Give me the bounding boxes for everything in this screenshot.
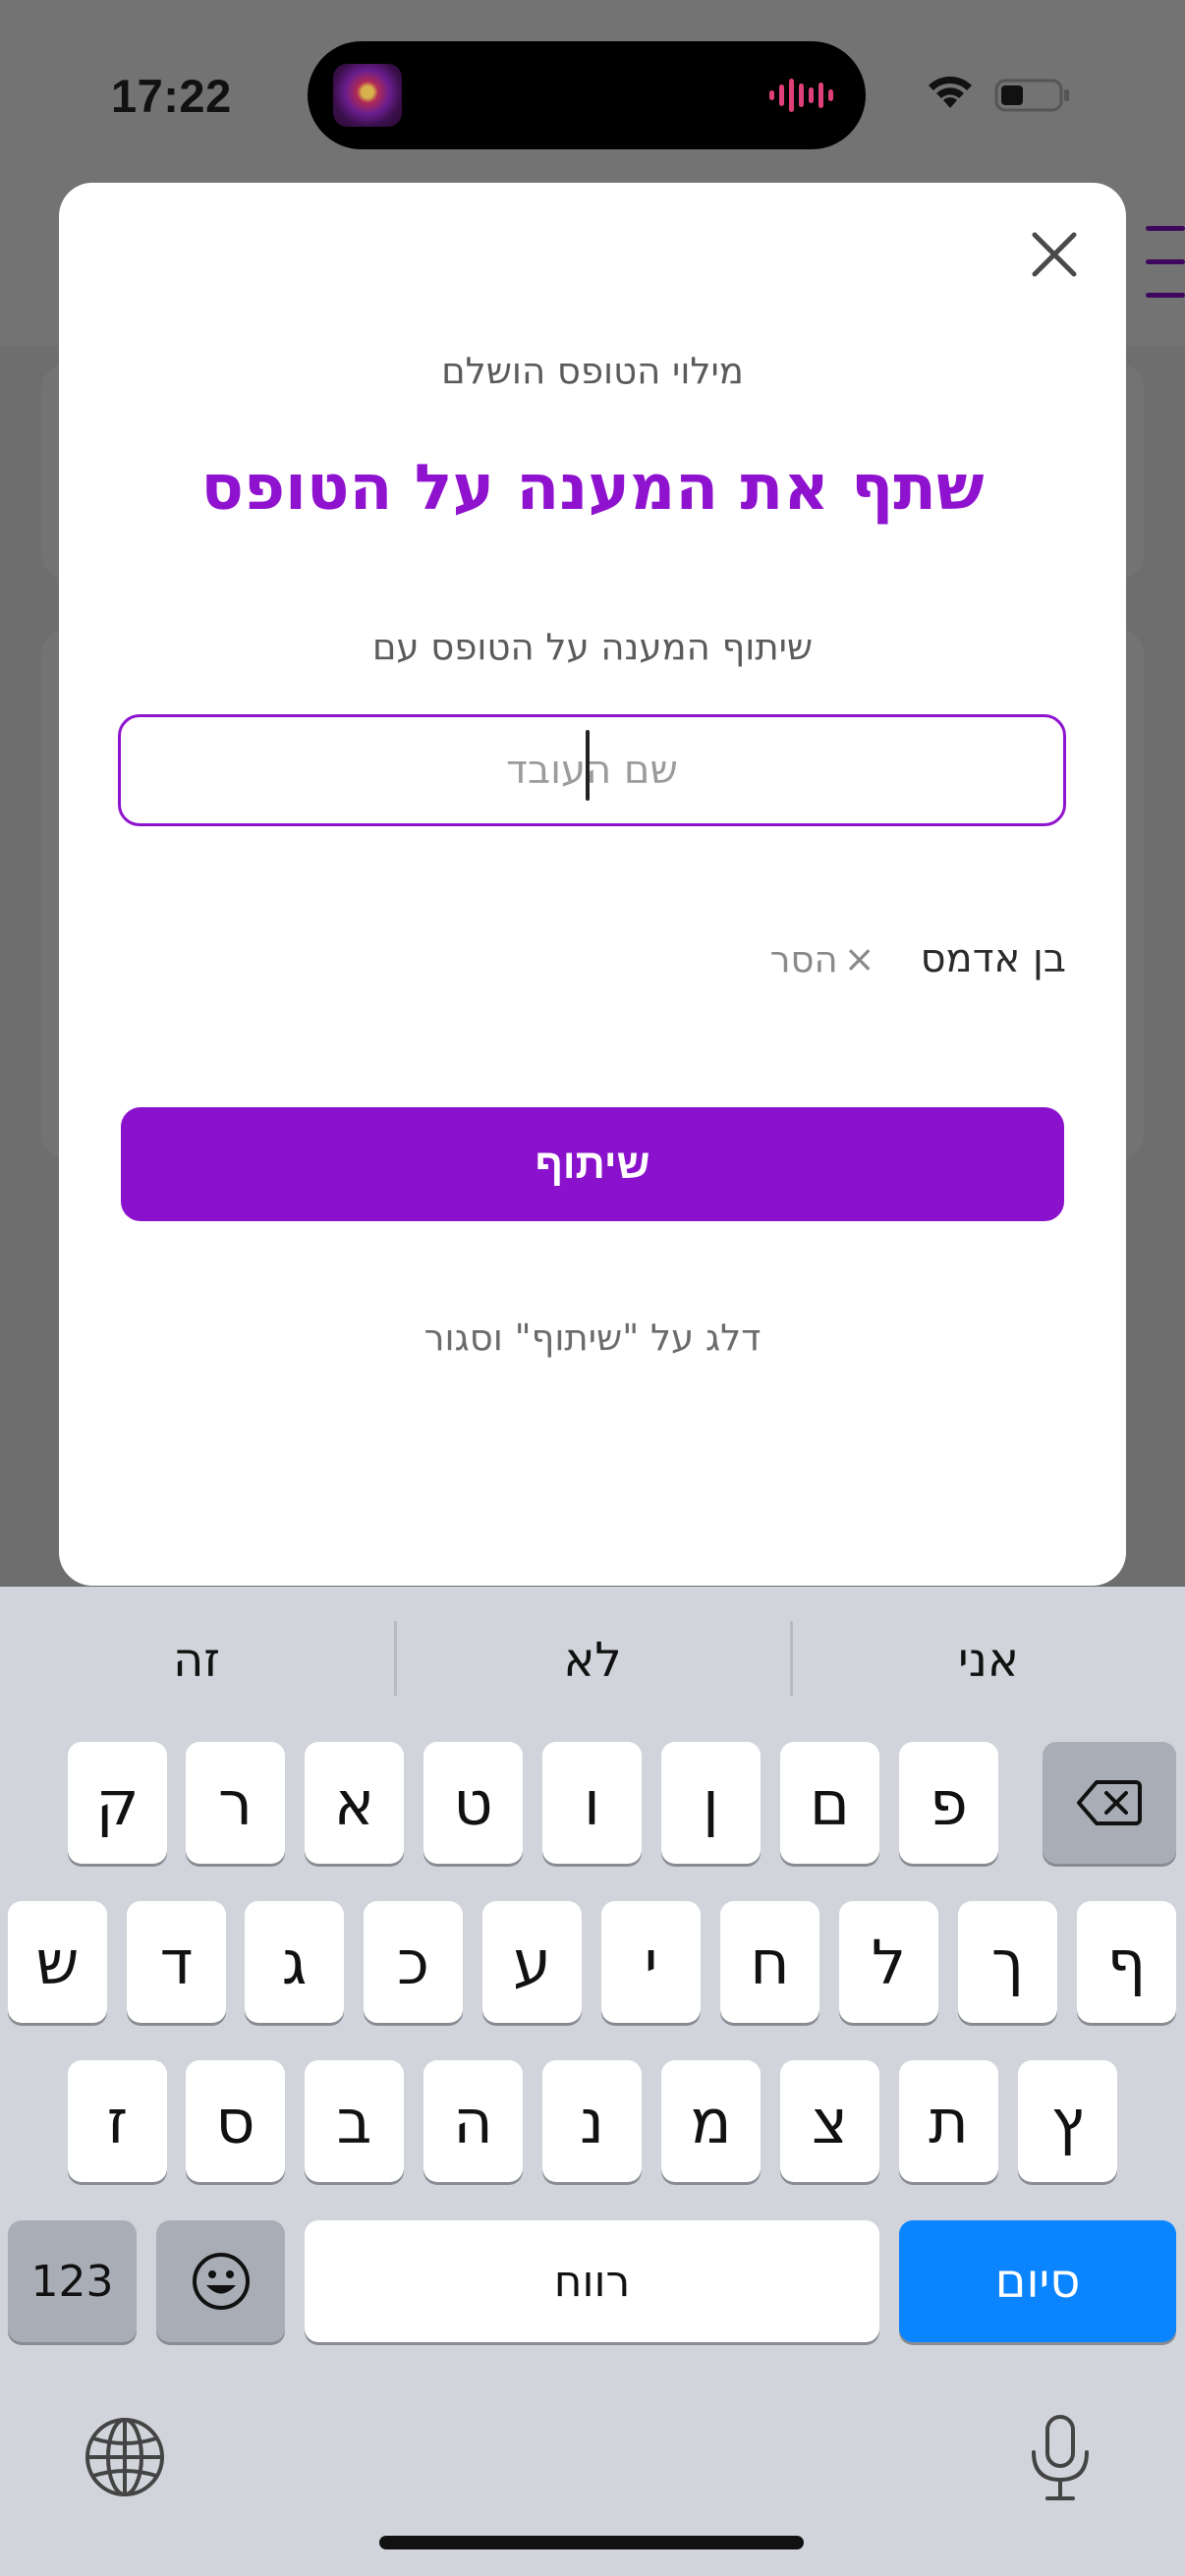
modal-title: שתף את המענה על הטופס bbox=[200, 452, 985, 525]
share-with-label: שיתוף המענה על הטופס עם bbox=[371, 626, 814, 668]
key-row3[interactable]: צ bbox=[780, 2060, 879, 2182]
key-row3[interactable]: מ bbox=[661, 2060, 761, 2182]
key-row3[interactable]: נ bbox=[542, 2060, 642, 2182]
battery-icon bbox=[994, 79, 1069, 112]
key-row2[interactable]: ד bbox=[127, 1901, 226, 2023]
remove-recipient-button[interactable]: × הסר bbox=[770, 937, 875, 980]
recipient-name: בן אדמס bbox=[920, 936, 1066, 981]
key-row2[interactable]: ש bbox=[8, 1901, 107, 2023]
remove-label: הסר bbox=[769, 937, 838, 980]
key-row3[interactable]: ס bbox=[186, 2060, 285, 2182]
key-row1[interactable]: ט bbox=[423, 1742, 523, 1864]
key-row1[interactable]: ם bbox=[780, 1742, 879, 1864]
close-icon bbox=[1032, 232, 1077, 277]
key-row2[interactable]: ף bbox=[1077, 1901, 1176, 2023]
share-button[interactable]: שיתוף bbox=[121, 1107, 1064, 1221]
key-row2[interactable]: י bbox=[601, 1901, 701, 2023]
key-row2[interactable]: ך bbox=[958, 1901, 1057, 2023]
globe-icon[interactable] bbox=[83, 2415, 167, 2499]
key-row1[interactable]: א bbox=[305, 1742, 404, 1864]
skip-share-hint: דלג על "שיתוף" וסגור bbox=[423, 1316, 762, 1359]
numbers-key[interactable]: 123 bbox=[8, 2220, 137, 2342]
key-row2[interactable]: ל bbox=[839, 1901, 938, 2023]
space-key[interactable]: רווח bbox=[305, 2220, 879, 2342]
share-form-response-modal bbox=[59, 183, 1126, 1586]
suggestion-1[interactable]: זה bbox=[0, 1621, 393, 1700]
now-playing-app-icon bbox=[333, 64, 402, 127]
emoji-key[interactable] bbox=[156, 2220, 285, 2342]
key-row1[interactable]: ן bbox=[661, 1742, 761, 1864]
emoji-icon bbox=[192, 2253, 250, 2310]
backspace-icon bbox=[1077, 1780, 1142, 1825]
key-row3[interactable]: ת bbox=[899, 2060, 998, 2182]
suggestion-2[interactable]: לא bbox=[396, 1621, 789, 1700]
selected-recipient: בן אדמס × הסר bbox=[118, 929, 1066, 988]
done-key[interactable]: סיום bbox=[899, 2220, 1176, 2342]
key-row2[interactable]: כ bbox=[364, 1901, 463, 2023]
key-row2[interactable]: ח bbox=[720, 1901, 819, 2023]
key-row1[interactable]: פ bbox=[899, 1742, 998, 1864]
text-caret bbox=[586, 730, 590, 801]
suggestion-3[interactable]: אני bbox=[792, 1621, 1185, 1700]
key-row3[interactable]: ץ bbox=[1018, 2060, 1117, 2182]
key-row1[interactable]: ו bbox=[542, 1742, 642, 1864]
wifi-icon bbox=[929, 76, 972, 108]
remove-x-icon: × bbox=[843, 937, 875, 980]
status-time: 17:22 bbox=[111, 70, 232, 122]
audio-wave-icon bbox=[769, 79, 833, 112]
close-button[interactable] bbox=[1018, 218, 1091, 291]
key-row1[interactable]: ק bbox=[68, 1742, 167, 1864]
key-row3[interactable]: ב bbox=[305, 2060, 404, 2182]
screen: 17:22 מילוי הטופס הושלם ש תף את המענה על … bbox=[0, 0, 1185, 2576]
employee-name-placeholder: שם העובד bbox=[506, 748, 678, 793]
home-indicator[interactable] bbox=[379, 2536, 804, 2549]
key-row2[interactable]: ג bbox=[245, 1901, 344, 2023]
key-row3[interactable]: ה bbox=[423, 2060, 523, 2182]
employee-name-input[interactable]: שם העובד bbox=[118, 714, 1066, 826]
key-row2[interactable]: ע bbox=[482, 1901, 582, 2023]
backspace-key[interactable] bbox=[1043, 1742, 1176, 1864]
microphone-icon[interactable] bbox=[1028, 2413, 1093, 2503]
dynamic-island bbox=[308, 41, 866, 149]
modal-subtitle: מילוי הטופס הושלם bbox=[441, 350, 744, 392]
key-row3[interactable]: ז bbox=[68, 2060, 167, 2182]
key-row1[interactable]: ר bbox=[186, 1742, 285, 1864]
